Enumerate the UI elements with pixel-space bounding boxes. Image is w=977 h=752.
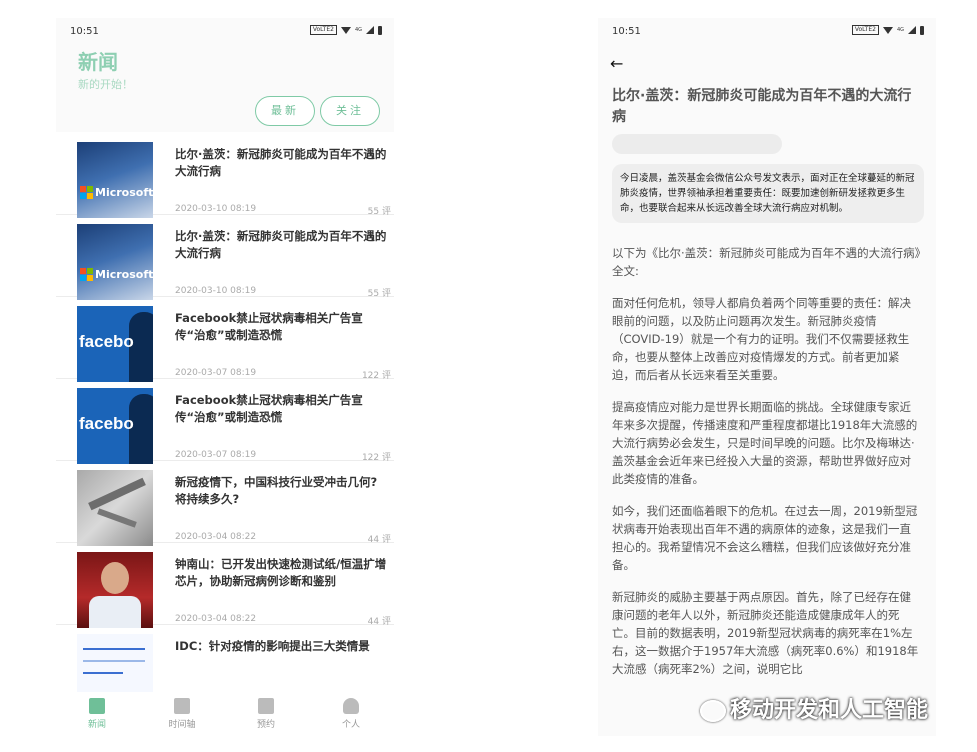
article-paragraph: 以下为《比尔·盖茨：新冠肺炎可能成为百年不遇的大流行病》全文:	[612, 246, 921, 278]
news-title: Facebook禁止冠状病毒相关广告宣传“治愈”或制造恐慌	[175, 311, 363, 342]
news-item[interactable]: facebo Facebook禁止冠状病毒相关广告宣传“治愈”或制造恐慌 202…	[56, 378, 394, 464]
timeline-icon	[174, 698, 190, 714]
battery-icon	[378, 25, 382, 35]
news-date: 2020-03-10 08:19	[175, 204, 257, 214]
news-list: Microsoft 比尔·盖茨：新冠肺炎可能成为百年不遇的大流行病 2020-0…	[56, 132, 394, 692]
nav-news[interactable]: 新闻	[67, 696, 127, 730]
watermark: 移动开发和人工智能	[700, 692, 928, 724]
news-item[interactable]: IDC：针对疫情的影响提出三大类情景	[56, 624, 394, 692]
person-head-icon	[101, 562, 129, 594]
latest-filter-button[interactable]: 最新	[255, 96, 315, 126]
chart-line-icon	[83, 660, 145, 662]
nav-booking[interactable]: 预约	[236, 696, 296, 730]
news-title: Facebook禁止冠状病毒相关广告宣传“治愈”或制造恐慌	[175, 393, 363, 424]
signal-icon	[908, 26, 916, 34]
article-summary: 今日凌晨，盖茨基金会微信公众号发文表示，面对正在全球蔓延的新冠肺炎疫情，世界领袖…	[612, 164, 924, 223]
wifi-icon	[340, 26, 351, 34]
page-title: 新闻	[78, 50, 118, 74]
news-title: 钟南山：已开发出快速检测试纸/恒温扩增芯片，协助新冠病例诊断和鉴别	[175, 557, 387, 588]
nav-label: 新闻	[87, 720, 106, 730]
news-thumbnail	[77, 634, 153, 692]
news-date: 2020-03-07 08:19	[175, 368, 257, 378]
article-body: 以下为《比尔·盖茨：新冠肺炎可能成为百年不遇的大流行病》全文: 面对任何危机，领…	[612, 244, 922, 692]
news-item[interactable]: facebo Facebook禁止冠状病毒相关广告宣传“治愈”或制造恐慌 202…	[56, 296, 394, 382]
article-paragraph: 新冠肺炎的威胁主要基于两点原因。首先，除了已经存在健康问题的老年人以外，新冠肺炎…	[612, 590, 919, 676]
article-paragraph: 面对任何危机，领导人都肩负着两个同等重要的责任：解决眼前的问题，以及防止问题再次…	[612, 296, 911, 382]
news-thumbnail: Microsoft	[77, 142, 153, 218]
lab-equipment-icon	[97, 508, 137, 528]
chart-line-icon	[83, 648, 145, 650]
signal-icon	[366, 26, 374, 34]
thumbnail-logo-text: Microsoft	[95, 268, 153, 281]
back-arrow-icon[interactable]: ←	[610, 54, 623, 73]
nav-timeline[interactable]: 时间轴	[152, 696, 212, 730]
status-time: 10:51	[70, 26, 99, 37]
nav-label: 预约	[256, 720, 275, 730]
news-thumbnail	[77, 552, 153, 628]
battery-icon	[920, 25, 924, 35]
calendar-icon	[258, 698, 274, 714]
status-time: 10:51	[612, 26, 641, 37]
news-thumbnail: facebo	[77, 306, 153, 382]
nav-me[interactable]: 个人	[321, 696, 381, 730]
news-item[interactable]: Microsoft 比尔·盖茨：新冠肺炎可能成为百年不遇的大流行病 2020-0…	[56, 132, 394, 218]
article-title: 比尔·盖茨：新冠肺炎可能成为百年不遇的大流行病	[612, 88, 912, 125]
wechat-logo-icon	[700, 700, 726, 722]
person-icon	[343, 698, 359, 714]
nav-label: 时间轴	[168, 720, 196, 730]
volte-icon: VoLTE2	[309, 25, 337, 35]
news-icon	[89, 698, 105, 714]
microsoft-logo-icon	[80, 186, 93, 199]
network-type-icon: 4G	[354, 26, 362, 33]
news-item[interactable]: 新冠疫情下，中国科技行业受冲击几何?将持续多久? 2020-03-04 08:2…	[56, 460, 394, 546]
thumbnail-logo-text: facebo	[79, 414, 134, 433]
article-meta	[612, 134, 782, 154]
follow-filter-button[interactable]: 关注	[320, 96, 380, 126]
wifi-icon	[882, 26, 893, 34]
article-paragraph: 如今，我们还面临着眼下的危机。在过去一周，2019新型冠状病毒开始表现出百年不遇…	[612, 504, 918, 572]
page-subtitle: 新的开始！	[78, 78, 133, 91]
nav-label: 个人	[341, 720, 360, 730]
news-title: 新冠疫情下，中国科技行业受冲击几何?将持续多久?	[175, 475, 378, 506]
news-item[interactable]: 钟南山：已开发出快速检测试纸/恒温扩增芯片，协助新冠病例诊断和鉴别 2020-0…	[56, 542, 394, 628]
lab-equipment-icon	[88, 477, 146, 511]
news-title: 比尔·盖茨：新冠肺炎可能成为百年不遇的大流行病	[175, 229, 387, 260]
news-list-screen: 10:51 VoLTE2 4G 新闻 新的开始！ 最新 关注 Microsoft…	[56, 18, 394, 736]
microsoft-logo-icon	[80, 268, 93, 281]
news-title: 比尔·盖茨：新冠肺炎可能成为百年不遇的大流行病	[175, 147, 387, 178]
thumbnail-logo-text: facebo	[79, 332, 134, 351]
article-detail-screen: 10:51 VoLTE2 4G ← 比尔·盖茨：新冠肺炎可能成为百年不遇的大流行…	[598, 18, 936, 736]
news-title: IDC：针对疫情的影响提出三大类情景	[175, 639, 370, 653]
watermark-text: 移动开发和人工智能	[730, 698, 929, 723]
news-thumbnail: facebo	[77, 388, 153, 464]
news-thumbnail	[77, 470, 153, 546]
chart-line-icon	[83, 672, 123, 674]
status-bar: 10:51 VoLTE2 4G	[56, 18, 394, 44]
news-thumbnail: Microsoft	[77, 224, 153, 300]
status-bar: 10:51 VoLTE2 4G	[598, 18, 936, 44]
news-item[interactable]: Microsoft 比尔·盖茨：新冠肺炎可能成为百年不遇的大流行病 2020-0…	[56, 214, 394, 300]
network-type-icon: 4G	[896, 26, 904, 33]
article-paragraph: 提高疫情应对能力是世界长期面临的挑战。全球健康专家近年来多次提醒，传播速度和严重…	[612, 400, 918, 486]
bottom-navigation: 新闻 时间轴 预约 个人	[56, 692, 394, 736]
news-date: 2020-03-04 08:22	[175, 614, 257, 624]
thumbnail-logo-text: Microsoft	[95, 186, 153, 199]
news-date: 2020-03-10 08:19	[175, 286, 257, 296]
news-date: 2020-03-07 08:19	[175, 450, 257, 460]
news-date: 2020-03-04 08:22	[175, 532, 257, 542]
volte-icon: VoLTE2	[851, 25, 879, 35]
